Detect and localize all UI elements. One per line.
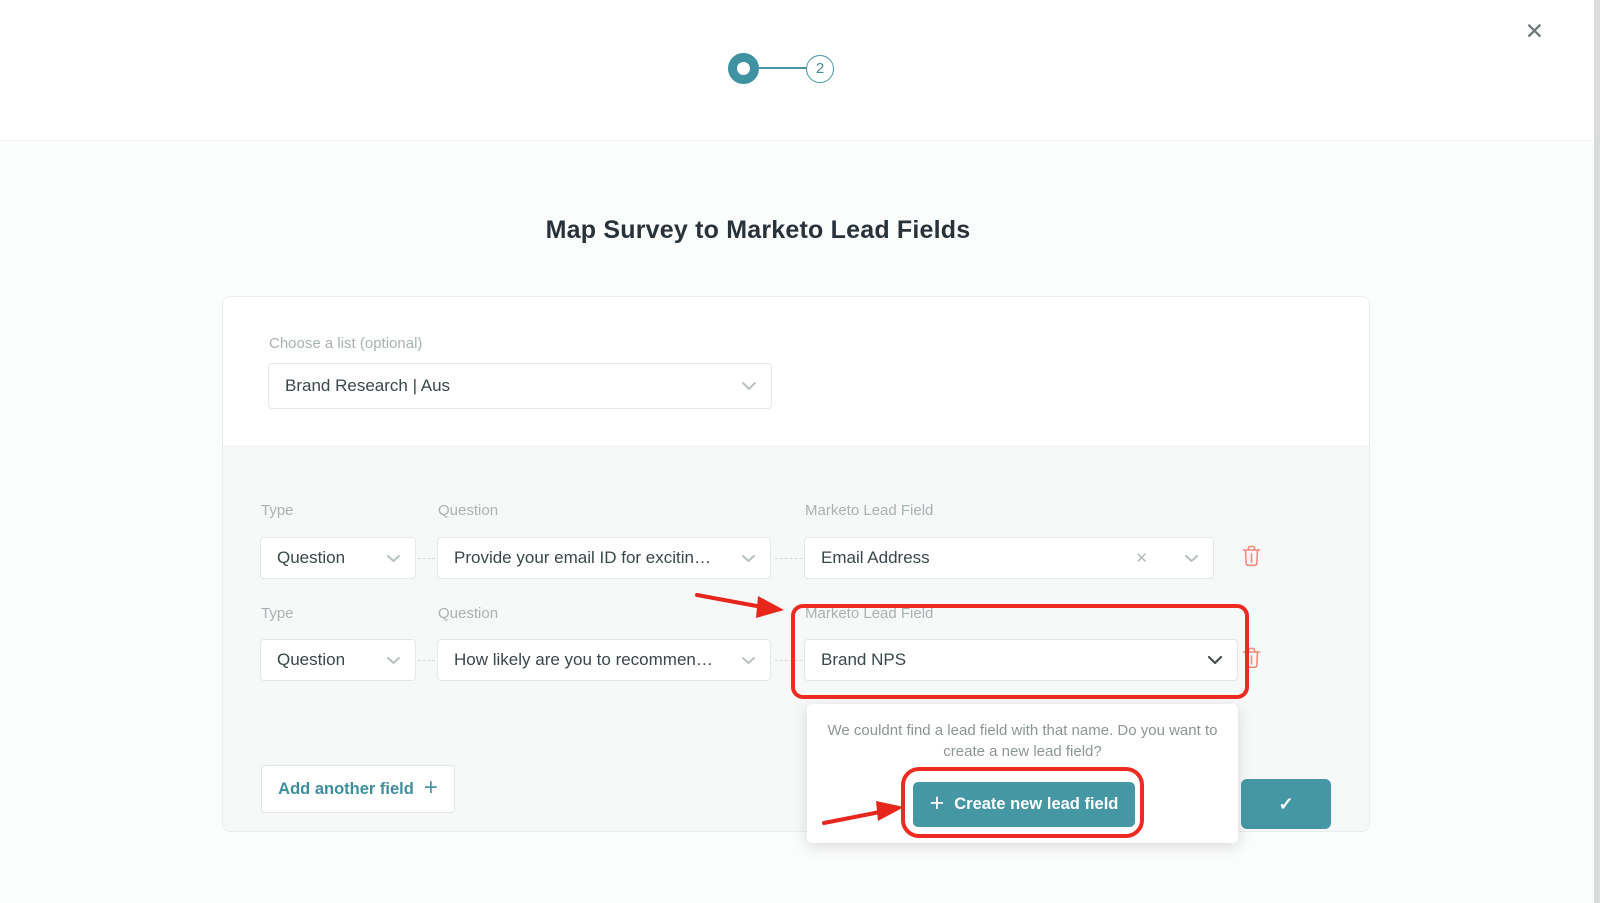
type-value: Question [277, 650, 346, 669]
lead-field-select-highlighted[interactable]: Brand NPS [804, 639, 1238, 681]
chevron-down-icon [1207, 655, 1223, 665]
chevron-down-icon [741, 554, 756, 563]
type-select[interactable]: Question [260, 537, 416, 579]
connector-dash [418, 660, 435, 661]
question-select[interactable]: Provide your email ID for excitin… [437, 537, 771, 579]
choose-list-select[interactable]: Brand Research | Aus [268, 363, 772, 409]
submit-button[interactable]: ✓ [1241, 779, 1331, 829]
trash-icon[interactable] [1242, 545, 1262, 567]
page-title: Map Survey to Marketo Lead Fields [545, 216, 971, 244]
lead-field-label: Marketo Lead Field [805, 605, 934, 622]
check-icon: ✓ [1278, 794, 1294, 814]
chevron-down-icon [741, 656, 756, 665]
type-label: Type [261, 605, 294, 622]
clear-x-icon[interactable]: ✕ [1135, 549, 1148, 567]
chevron-down-icon [1184, 554, 1199, 563]
add-another-field-button[interactable]: Add another field + [261, 765, 455, 813]
create-new-lead-field-button[interactable]: + Create new lead field [913, 782, 1135, 827]
chevron-down-icon [386, 554, 401, 563]
connector-dash [775, 558, 802, 559]
question-value: How likely are you to recommen… [454, 650, 713, 669]
stepper-connector [759, 67, 807, 69]
question-label: Question [438, 605, 499, 622]
question-select[interactable]: How likely are you to recommen… [437, 639, 771, 681]
step-2-indicator[interactable]: 2 [806, 55, 834, 83]
modal-header: 2 ✕ [0, 0, 1600, 141]
choose-list-value: Brand Research | Aus [285, 376, 451, 395]
create-lead-field-popover: We couldnt find a lead field with that n… [807, 704, 1238, 843]
trash-icon[interactable] [1242, 647, 1262, 669]
connector-dash [418, 558, 435, 559]
type-value: Question [277, 548, 346, 567]
create-button-label: Create new lead field [954, 795, 1119, 813]
chevron-down-icon [386, 656, 401, 665]
popover-message-line2: create a new lead field? [943, 743, 1102, 760]
plus-icon: + [423, 773, 438, 801]
stepper: 2 [728, 53, 836, 85]
close-icon[interactable]: ✕ [1525, 16, 1544, 46]
choose-list-label: Choose a list (optional) [269, 335, 423, 352]
plus-icon: + [929, 788, 945, 817]
question-label: Question [438, 502, 499, 519]
type-select[interactable]: Question [260, 639, 416, 681]
type-label: Type [261, 502, 294, 519]
popover-message-line1: We couldnt find a lead field with that n… [827, 722, 1218, 739]
chevron-down-icon [741, 381, 757, 391]
lead-field-value: Email Address [821, 548, 930, 567]
lead-field-value: Brand NPS [821, 650, 907, 669]
lead-field-label: Marketo Lead Field [805, 502, 934, 519]
step-1-indicator[interactable] [728, 53, 759, 84]
window-edge-strip [1594, 0, 1600, 903]
question-value: Provide your email ID for excitin… [454, 548, 711, 567]
add-field-label: Add another field [278, 779, 414, 798]
lead-field-select[interactable]: Email Address ✕ [804, 537, 1214, 579]
connector-dash [775, 660, 802, 661]
